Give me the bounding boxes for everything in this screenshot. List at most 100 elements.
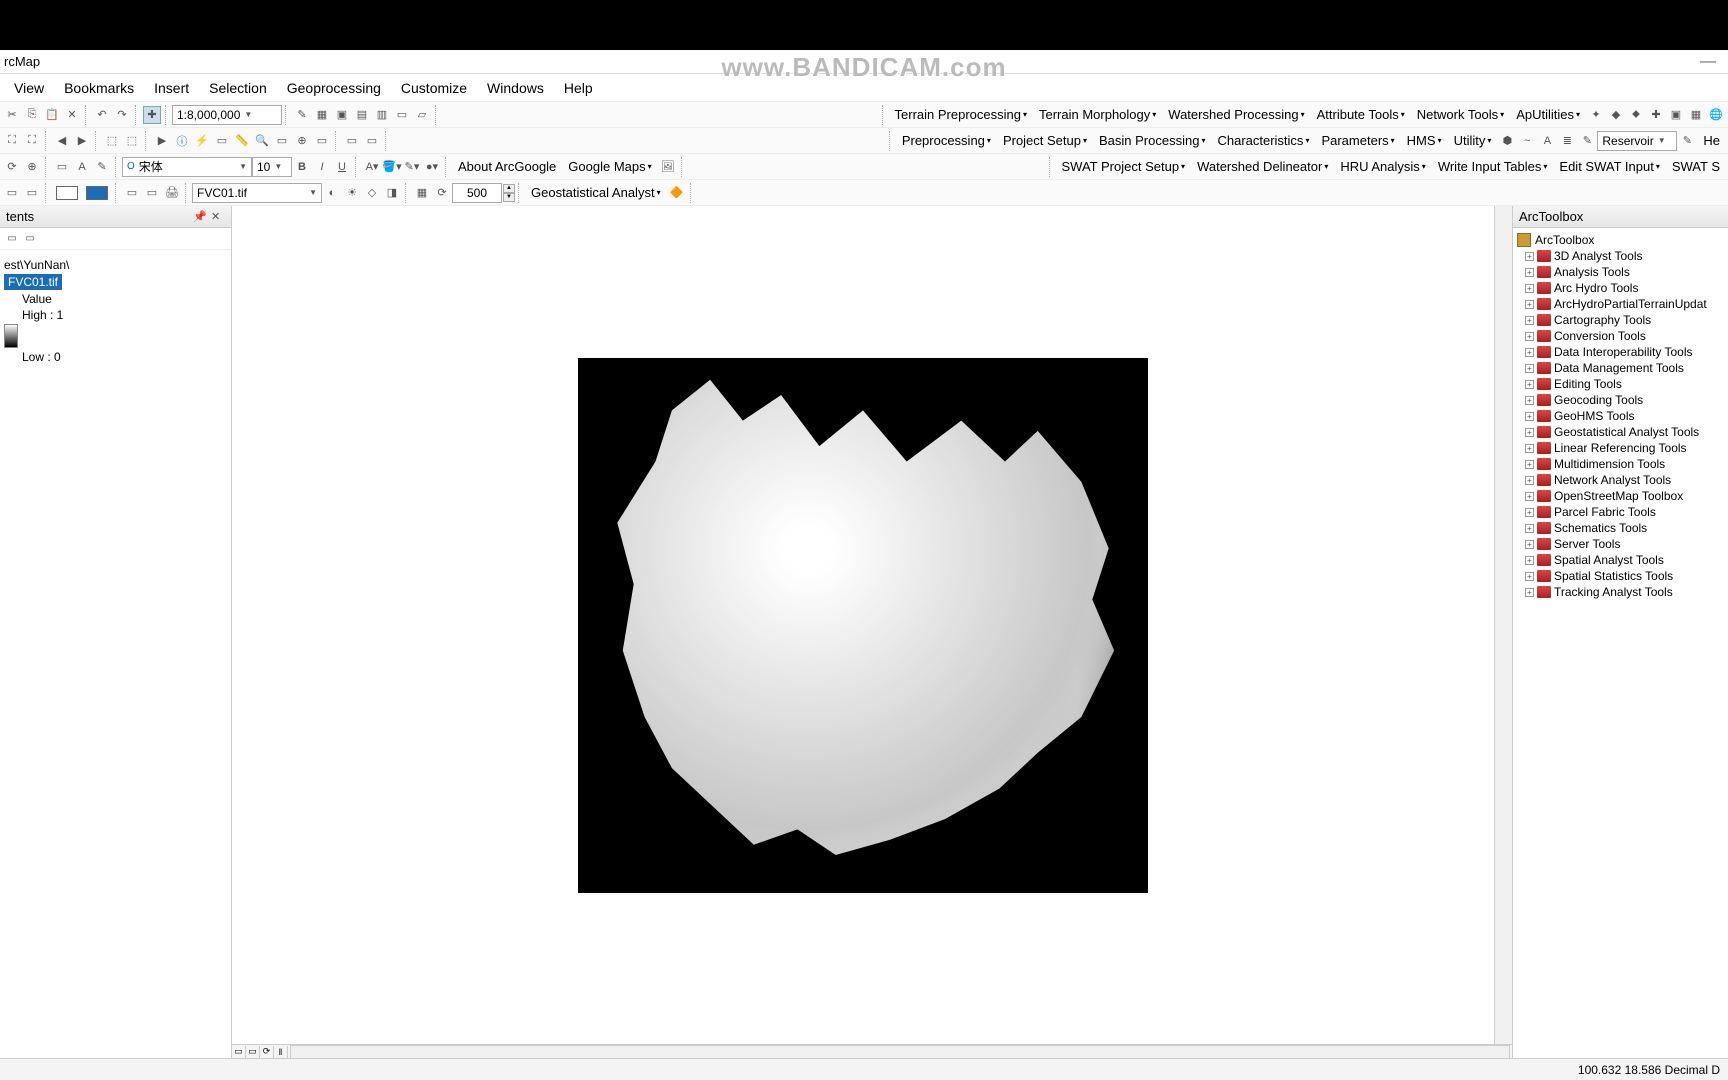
fill-color-swatch[interactable] bbox=[86, 186, 108, 200]
flicker-spinner[interactable]: ▲▼ bbox=[503, 184, 515, 202]
table-icon[interactable]: ▦ bbox=[313, 106, 331, 124]
brightness-icon[interactable]: ☀ bbox=[343, 184, 361, 202]
scale-combo[interactable]: 1:8,000,000 ▼ bbox=[172, 105, 282, 125]
toolbox-item[interactable]: +Geostatistical Analyst Tools bbox=[1515, 424, 1726, 440]
map-canvas[interactable] bbox=[232, 206, 1494, 1044]
expand-icon[interactable]: + bbox=[1525, 316, 1534, 325]
menu-insert[interactable]: Insert bbox=[144, 76, 199, 100]
text-icon[interactable]: A bbox=[73, 158, 91, 176]
legend-icon[interactable]: ≣ bbox=[1558, 132, 1576, 150]
vertical-scrollbar[interactable] bbox=[1494, 206, 1512, 1044]
create-viewer-icon[interactable]: ▭ bbox=[363, 132, 381, 150]
select-icon[interactable]: ⬚ bbox=[103, 132, 121, 150]
toolbox-item[interactable]: +Data Management Tools bbox=[1515, 360, 1726, 376]
expand-icon[interactable]: + bbox=[1525, 572, 1534, 581]
toolbox-item[interactable]: +Tracking Analyst Tools bbox=[1515, 584, 1726, 600]
tool-icon-3[interactable]: ⬥ bbox=[1627, 106, 1645, 124]
back-icon[interactable]: ◀ bbox=[53, 132, 71, 150]
toolbox-item[interactable]: +3D Analyst Tools bbox=[1515, 248, 1726, 264]
search-icon[interactable]: ▥ bbox=[373, 106, 391, 124]
flicker-icon[interactable]: ▦ bbox=[413, 184, 431, 202]
toolbox-item[interactable]: +Spatial Analyst Tools bbox=[1515, 552, 1726, 568]
undo-icon[interactable]: ↶ bbox=[93, 106, 111, 124]
bold-icon[interactable]: B bbox=[293, 158, 311, 176]
toolbox-icon[interactable]: ▣ bbox=[333, 106, 351, 124]
copy-icon[interactable]: ⎘ bbox=[23, 106, 41, 124]
menu-view[interactable]: View bbox=[4, 76, 54, 100]
ungroup-icon[interactable]: ▭ bbox=[23, 184, 41, 202]
expand-icon[interactable]: + bbox=[1525, 396, 1534, 405]
print-icon[interactable]: 🖨 bbox=[163, 184, 181, 202]
river-icon[interactable]: ~ bbox=[1518, 132, 1536, 150]
expand-icon[interactable]: + bbox=[1525, 412, 1534, 421]
toolbox-item[interactable]: +GeoHMS Tools bbox=[1515, 408, 1726, 424]
measure-icon[interactable]: 📏 bbox=[233, 132, 251, 150]
google-maps-menu[interactable]: Google Maps▾ bbox=[562, 155, 657, 179]
swat-s-menu[interactable]: SWAT S bbox=[1666, 155, 1726, 179]
data-view-button[interactable]: ▭ bbox=[232, 1046, 246, 1058]
list-by-source-icon[interactable]: ▭ bbox=[22, 231, 38, 247]
geostatistical-analyst-menu[interactable]: Geostatistical Analyst▾ bbox=[525, 181, 667, 205]
tool-icon-1[interactable]: ✦ bbox=[1587, 106, 1605, 124]
layer-combo[interactable]: FVC01.tif ▼ bbox=[192, 183, 322, 203]
edit-vertices-icon[interactable]: ✎ bbox=[93, 158, 111, 176]
menu-customize[interactable]: Customize bbox=[391, 76, 477, 100]
write-input-tables-menu[interactable]: Write Input Tables▾ bbox=[1432, 155, 1554, 179]
expand-icon[interactable]: + bbox=[1525, 348, 1534, 357]
expand-icon[interactable]: + bbox=[1525, 364, 1534, 373]
basin-icon[interactable]: ⬢ bbox=[1498, 132, 1516, 150]
full-extent-icon[interactable]: ⛶ bbox=[3, 132, 21, 150]
menu-help[interactable]: Help bbox=[554, 76, 603, 100]
toolbox-item[interactable]: +Network Analyst Tools bbox=[1515, 472, 1726, 488]
sort-icon[interactable]: ▭ bbox=[143, 184, 161, 202]
toolbox-item[interactable]: +Linear Referencing Tools bbox=[1515, 440, 1726, 456]
font-color-icon[interactable]: A▾ bbox=[363, 158, 381, 176]
toolbox-item[interactable]: +Geocoding Tools bbox=[1515, 392, 1726, 408]
watershed-delineator-menu[interactable]: Watershed Delineator▾ bbox=[1191, 155, 1334, 179]
preprocessing-menu[interactable]: Preprocessing▾ bbox=[896, 129, 997, 153]
toolbox-item[interactable]: +Analysis Tools bbox=[1515, 264, 1726, 280]
terrain-morphology-menu[interactable]: Terrain Morphology▾ bbox=[1033, 103, 1162, 127]
tool-icon-5[interactable]: ▣ bbox=[1667, 106, 1685, 124]
delete-icon[interactable]: ✕ bbox=[63, 106, 81, 124]
terrain-preprocessing-menu[interactable]: Terrain Preprocessing▾ bbox=[889, 103, 1033, 127]
pause-button[interactable]: ‖ bbox=[274, 1046, 288, 1058]
toolbox-item[interactable]: +Data Interoperability Tools bbox=[1515, 344, 1726, 360]
horizontal-scrollbar[interactable] bbox=[290, 1045, 1510, 1059]
expand-icon[interactable]: + bbox=[1525, 332, 1534, 341]
toolbox-item[interactable]: +Server Tools bbox=[1515, 536, 1726, 552]
no-color-swatch[interactable] bbox=[56, 186, 78, 200]
rectangle-icon[interactable]: ▭ bbox=[53, 158, 71, 176]
list-by-drawing-icon[interactable]: ▭ bbox=[4, 231, 20, 247]
paste-icon[interactable]: 📋 bbox=[43, 106, 61, 124]
rotate-icon[interactable]: ⟳ bbox=[3, 158, 21, 176]
transparency-icon[interactable]: ◇ bbox=[363, 184, 381, 202]
close-icon[interactable]: ✕ bbox=[211, 210, 225, 224]
expand-icon[interactable]: + bbox=[1525, 380, 1534, 389]
tool-icon-6[interactable]: ▦ bbox=[1687, 106, 1705, 124]
layer-props-icon[interactable]: ▭ bbox=[123, 184, 141, 202]
expand-icon[interactable]: + bbox=[1525, 300, 1534, 309]
aputilities-menu[interactable]: ApUtilities▾ bbox=[1510, 103, 1586, 127]
about-arcgoogle[interactable]: About ArcGoogle bbox=[452, 155, 562, 179]
line-color-icon[interactable]: ✎▾ bbox=[403, 158, 421, 176]
expand-icon[interactable]: + bbox=[1525, 524, 1534, 533]
expand-icon[interactable]: + bbox=[1525, 460, 1534, 469]
expand-icon[interactable]: + bbox=[1525, 268, 1534, 277]
editor-icon[interactable]: ✎ bbox=[293, 106, 311, 124]
toggle-icon[interactable]: ✎ bbox=[1678, 132, 1696, 150]
expand-icon[interactable]: + bbox=[1525, 444, 1534, 453]
find-route-icon[interactable]: ▭ bbox=[273, 132, 291, 150]
expand-icon[interactable]: + bbox=[1525, 540, 1534, 549]
zoom-icon[interactable]: ⊕ bbox=[23, 158, 41, 176]
parameters-menu[interactable]: Parameters▾ bbox=[1315, 129, 1400, 153]
toolbox-item[interactable]: +OpenStreetMap Toolbox bbox=[1515, 488, 1726, 504]
expand-icon[interactable]: + bbox=[1525, 284, 1534, 293]
swat-project-setup-menu[interactable]: SWAT Project Setup▾ bbox=[1056, 155, 1192, 179]
reservoir-combo[interactable]: Reservoir ▼ bbox=[1597, 131, 1677, 151]
hms-menu[interactable]: HMS▾ bbox=[1401, 129, 1448, 153]
hru-analysis-menu[interactable]: HRU Analysis▾ bbox=[1334, 155, 1431, 179]
refresh-icon[interactable]: ⟳ bbox=[433, 184, 451, 202]
forward-icon[interactable]: ▶ bbox=[73, 132, 91, 150]
layer-path[interactable]: est\YunNan\ bbox=[4, 256, 227, 274]
